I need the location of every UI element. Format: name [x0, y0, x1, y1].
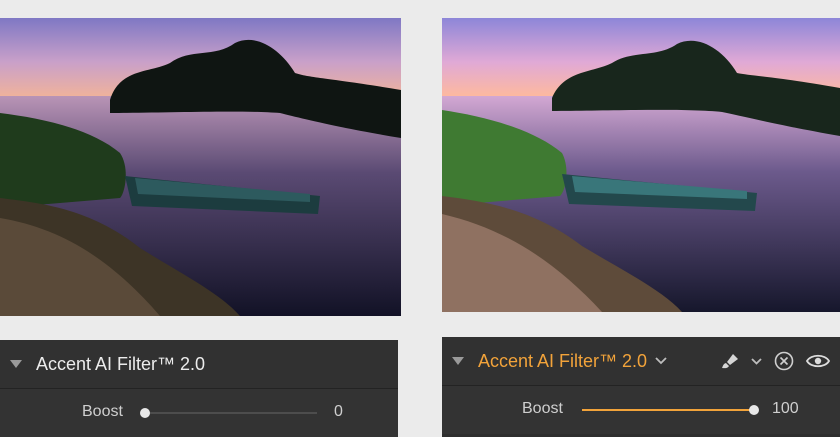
photo-before	[0, 18, 401, 316]
collapse-triangle-icon[interactable]	[10, 360, 22, 368]
boost-label: Boost	[82, 403, 123, 420]
boost-row: Boost 100	[442, 386, 840, 434]
filter-title: Accent AI Filter™ 2.0	[478, 350, 648, 371]
boost-slider-track[interactable]	[582, 405, 759, 415]
collapse-triangle-icon[interactable]	[452, 357, 464, 365]
filter-panel-before: Accent AI Filter™ 2.0 Boost 0	[0, 340, 398, 437]
boost-slider-thumb[interactable]	[749, 405, 759, 415]
brush-icon[interactable]	[721, 353, 739, 369]
boost-slider-fill	[582, 409, 754, 411]
boost-row: Boost 0	[0, 389, 398, 437]
close-circle-icon[interactable]	[774, 351, 794, 371]
boost-label: Boost	[522, 400, 563, 417]
filter-header[interactable]: Accent AI Filter™ 2.0	[0, 340, 398, 389]
filter-panel-after: Accent AI Filter™ 2.0 Boost 100	[442, 337, 840, 437]
eye-icon[interactable]	[806, 353, 830, 369]
boost-value: 100	[772, 400, 799, 417]
boost-value: 0	[334, 403, 343, 420]
brush-menu-chevron-icon[interactable]	[751, 357, 762, 365]
photo-after	[442, 18, 840, 312]
boost-slider-track[interactable]	[140, 408, 317, 418]
boost-slider-thumb[interactable]	[140, 408, 150, 418]
filter-title: Accent AI Filter™ 2.0	[36, 353, 206, 374]
filter-header[interactable]: Accent AI Filter™ 2.0	[442, 337, 840, 386]
chevron-down-icon[interactable]	[655, 357, 667, 365]
